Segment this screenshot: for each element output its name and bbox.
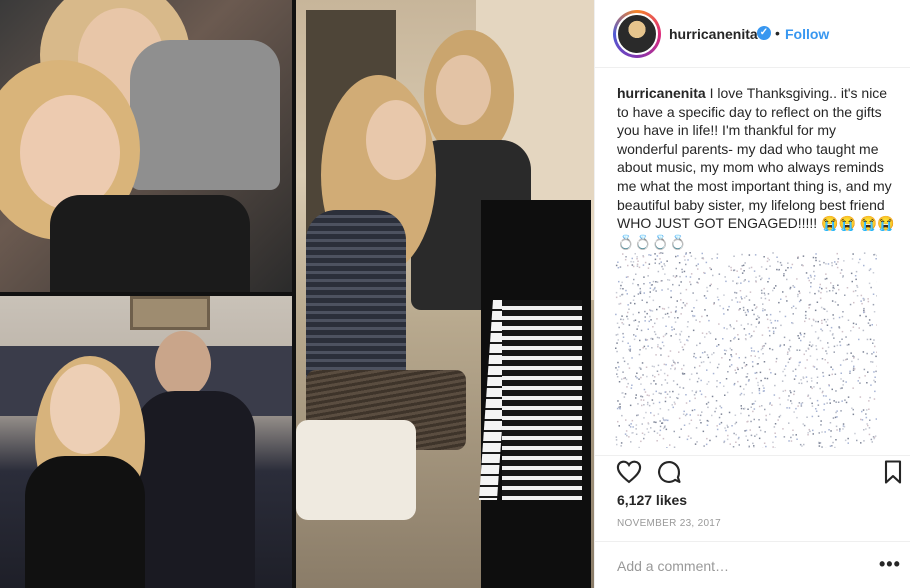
post-sidebar: hurricanenita ✓ • Follow hurricanenita I… — [594, 0, 910, 588]
verified-badge-icon: ✓ — [757, 26, 771, 40]
comment-input[interactable] — [617, 558, 857, 574]
story-ring[interactable] — [613, 10, 661, 58]
follow-button[interactable]: Follow — [785, 26, 829, 42]
post-image-collage[interactable] — [0, 0, 594, 588]
post-header: hurricanenita ✓ • Follow — [595, 0, 910, 68]
action-bar — [595, 455, 910, 487]
photo-sisters-at-piano — [296, 0, 594, 588]
comment-bar: ••• — [595, 541, 910, 588]
likes-count[interactable]: 6,127 likes — [617, 492, 687, 508]
post-caption: hurricanenita I love Thanksgiving.. it's… — [617, 84, 897, 251]
photo-selfie-two-women — [0, 0, 292, 292]
obscured-comments-area — [615, 252, 877, 448]
header-separator: • — [775, 25, 780, 41]
caption-username[interactable]: hurricanenita — [617, 85, 706, 101]
avatar[interactable] — [616, 13, 658, 55]
photo-woman-with-father — [0, 296, 292, 588]
heart-icon[interactable] — [615, 458, 643, 486]
post-date: NOVEMBER 23, 2017 — [617, 518, 722, 529]
comment-bubble-icon[interactable] — [655, 458, 683, 486]
header-username[interactable]: hurricanenita — [669, 26, 758, 42]
caption-text: I love Thanksgiving.. it's nice to have … — [617, 85, 895, 250]
more-options-icon[interactable]: ••• — [879, 554, 901, 575]
bookmark-icon[interactable] — [879, 458, 907, 486]
